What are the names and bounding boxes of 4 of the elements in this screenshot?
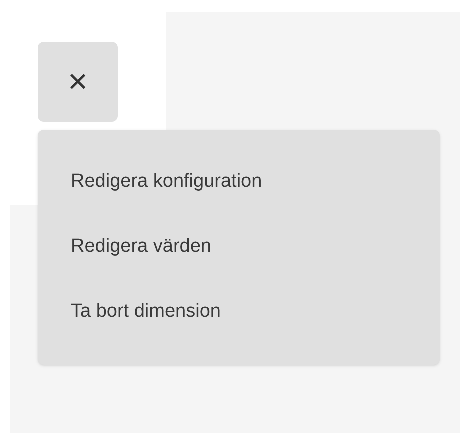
menu-item[interactable]: Redigera värden — [38, 215, 440, 280]
menu-item[interactable]: Ta bort dimension — [38, 280, 440, 345]
menu-item[interactable]: Redigera konfiguration — [38, 150, 440, 215]
close-button[interactable]: × — [38, 42, 118, 122]
